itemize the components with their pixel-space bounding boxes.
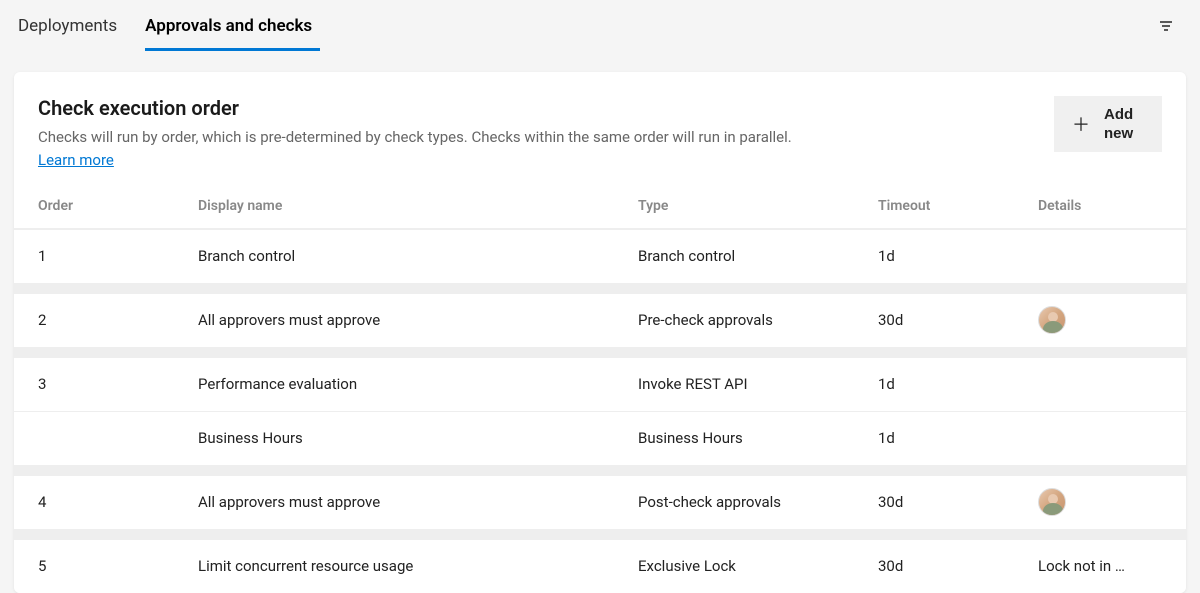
cell-type: Business Hours [638, 429, 878, 447]
cell-display-name: All approvers must approve [198, 311, 638, 329]
tab-bar: Deployments Approvals and checks [0, 0, 1200, 52]
col-type: Type [638, 198, 878, 214]
cell-timeout: 1d [878, 429, 1038, 447]
cell-order: 3 [38, 375, 198, 393]
cell-timeout: 1d [878, 375, 1038, 393]
cell-type: Post-check approvals [638, 493, 878, 511]
col-display-name: Display name [198, 198, 638, 214]
col-timeout: Timeout [878, 198, 1038, 214]
cell-timeout: 30d [878, 493, 1038, 511]
col-order: Order [38, 198, 198, 214]
card-title: Check execution order [38, 96, 1054, 120]
add-new-button[interactable]: ＋ Add new [1054, 96, 1162, 152]
add-new-label: Add new [1104, 105, 1144, 144]
tab-approvals-and-checks[interactable]: Approvals and checks [145, 2, 330, 50]
table-row[interactable]: 3Performance evaluationInvoke REST API1d [14, 357, 1186, 411]
cell-display-name: Performance evaluation [198, 375, 638, 393]
cell-type: Exclusive Lock [638, 557, 878, 575]
learn-more-link[interactable]: Learn more [38, 151, 114, 169]
checks-card: Check execution order Checks will run by… [14, 72, 1186, 593]
col-details: Details [1038, 198, 1162, 214]
group-gap [14, 465, 1186, 475]
table-row[interactable]: 4All approvers must approvePost-check ap… [14, 475, 1186, 529]
cell-order: 1 [38, 247, 198, 265]
cell-display-name: All approvers must approve [198, 493, 638, 511]
table-row[interactable]: 5Limit concurrent resource usageExclusiv… [14, 539, 1186, 593]
cell-type: Branch control [638, 247, 878, 265]
tab-deployments[interactable]: Deployments [18, 2, 135, 50]
avatar [1038, 306, 1066, 334]
filter-icon [1158, 18, 1174, 34]
cell-details [1038, 306, 1162, 334]
card-header-text: Check execution order Checks will run by… [38, 96, 1054, 169]
card-description: Checks will run by order, which is pre-d… [38, 126, 1054, 149]
plus-icon: ＋ [1072, 111, 1090, 137]
table-row[interactable]: Business HoursBusiness Hours1d [14, 411, 1186, 465]
cell-order: 5 [38, 557, 198, 575]
cell-details [1038, 488, 1162, 516]
filter-button[interactable] [1150, 10, 1182, 42]
group-gap [14, 283, 1186, 293]
table-row[interactable]: 2All approvers must approvePre-check app… [14, 293, 1186, 347]
table-row[interactable]: 1Branch controlBranch control1d [14, 229, 1186, 283]
cell-timeout: 1d [878, 247, 1038, 265]
cell-details: Lock not in … [1038, 557, 1162, 575]
table-header: Order Display name Type Timeout Details [14, 185, 1186, 229]
group-gap [14, 347, 1186, 357]
table-body: 1Branch controlBranch control1d2All appr… [14, 229, 1186, 593]
cell-order: 2 [38, 311, 198, 329]
group-gap [14, 529, 1186, 539]
cell-order: 4 [38, 493, 198, 511]
cell-type: Invoke REST API [638, 375, 878, 393]
avatar [1038, 488, 1066, 516]
cell-type: Pre-check approvals [638, 311, 878, 329]
cell-timeout: 30d [878, 557, 1038, 575]
cell-display-name: Business Hours [198, 429, 638, 447]
card-header: Check execution order Checks will run by… [14, 72, 1186, 185]
cell-display-name: Limit concurrent resource usage [198, 557, 638, 575]
cell-display-name: Branch control [198, 247, 638, 265]
cell-timeout: 30d [878, 311, 1038, 329]
